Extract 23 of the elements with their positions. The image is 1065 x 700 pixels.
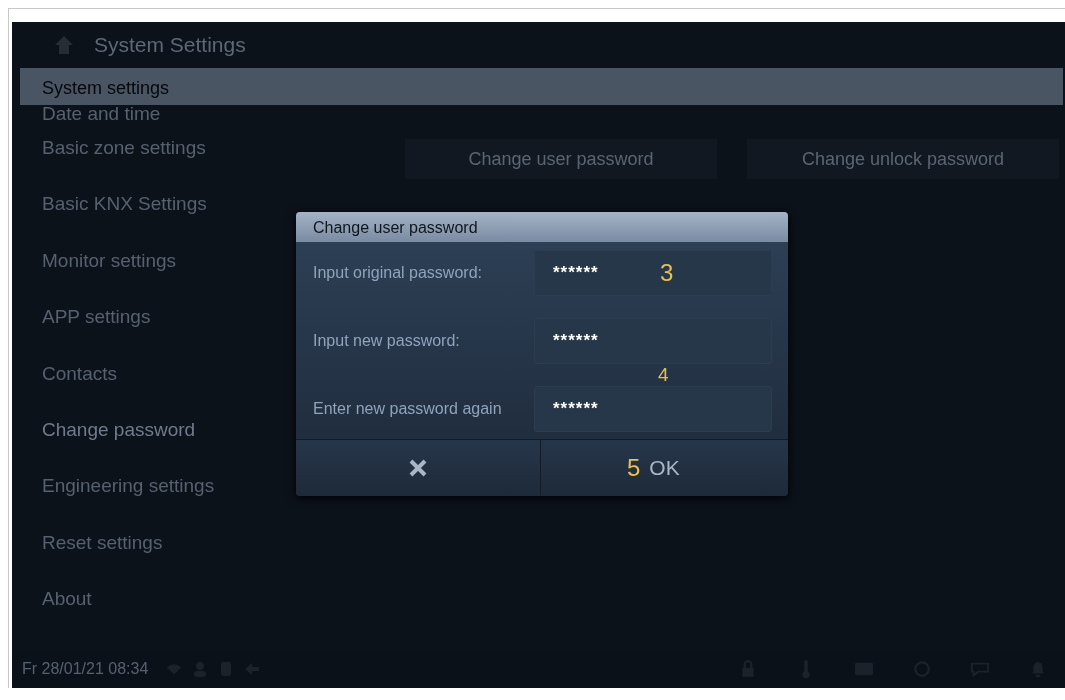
dialog-title: Change user password	[296, 212, 788, 242]
field-label: Enter new password again	[313, 400, 502, 418]
section-header: System settings	[20, 68, 1063, 105]
sidebar-item[interactable]: Engineering settings	[42, 471, 372, 528]
password-field[interactable]: ******	[534, 386, 772, 432]
password-field[interactable]: ******	[534, 318, 772, 364]
date-time: Fr 28/01/21 08:34	[22, 660, 149, 678]
field-label: Input original password:	[313, 264, 482, 282]
sidebar-item[interactable]: Basic zone settings	[42, 133, 372, 190]
step-number: 5	[627, 454, 641, 482]
step-number: 4	[658, 364, 669, 386]
cancel-button[interactable]	[296, 440, 541, 496]
sidebar-item[interactable]: About	[42, 584, 372, 641]
step-number: 3	[660, 259, 674, 287]
screen-title: System Settings	[94, 33, 246, 57]
sidebar-item[interactable]: Reset settings	[42, 527, 372, 585]
field-label: Input new password:	[313, 332, 460, 350]
password-option-button[interactable]: Change user password	[405, 139, 717, 179]
home-icon[interactable]	[54, 35, 74, 55]
sidebar-item[interactable]: Date and time	[42, 105, 372, 133]
password-option-button[interactable]: Change unlock password	[747, 139, 1059, 179]
close-icon	[408, 458, 428, 478]
password-field[interactable]: ****** 3	[534, 250, 772, 296]
